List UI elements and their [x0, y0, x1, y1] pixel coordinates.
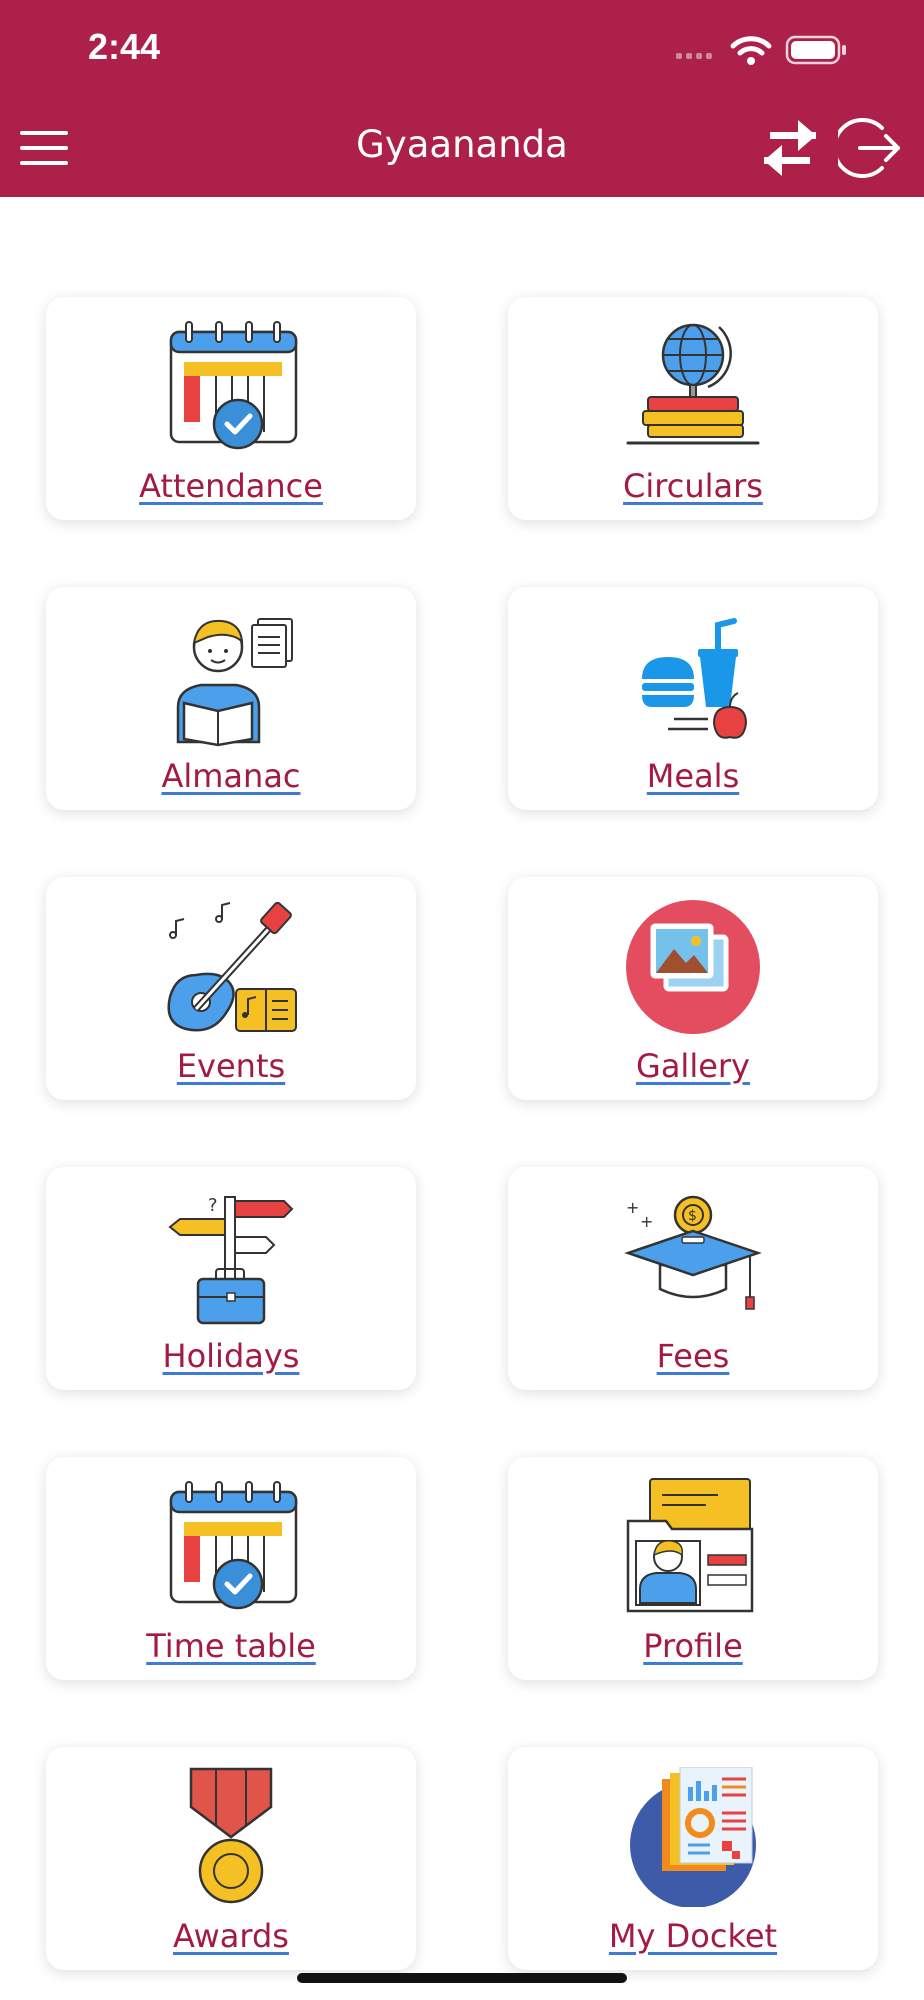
tile-label: Events: [176, 1047, 286, 1085]
id-card-icon: [626, 1478, 754, 1613]
svg-text:+: +: [640, 1212, 653, 1231]
signpost-suitcase-icon: ?: [168, 1195, 294, 1325]
tile-label: Fees: [656, 1337, 730, 1375]
tile-label: Awards: [173, 1917, 289, 1955]
tile-label: Attendance: [139, 467, 323, 505]
calendar-check-icon: [169, 321, 298, 450]
meal-icon: [642, 618, 748, 739]
tile-almanac[interactable]: Almanac: [46, 587, 416, 810]
graduation-cap-coin-icon: $ + +: [624, 1195, 762, 1310]
swap-arrows-icon: [764, 120, 816, 176]
tile-label: Meals: [646, 757, 740, 795]
globe-books-icon: [626, 323, 760, 445]
wifi-icon: [730, 36, 772, 65]
logout-button[interactable]: [838, 116, 902, 180]
guitar-music-icon: [167, 901, 297, 1032]
tile-time-table[interactable]: Time table: [46, 1457, 416, 1680]
tile-label: Almanac: [161, 757, 301, 795]
tile-fees[interactable]: $ + + Fees: [508, 1167, 878, 1390]
tile-label: Time table: [146, 1627, 316, 1665]
logout-icon: [838, 118, 900, 178]
tile-meals[interactable]: Meals: [508, 587, 878, 810]
tile-profile[interactable]: Profile: [508, 1457, 878, 1680]
switch-button[interactable]: [760, 120, 820, 176]
svg-text:$: $: [688, 1208, 697, 1224]
tile-label: Profile: [643, 1627, 743, 1665]
battery-icon: [785, 35, 846, 65]
status-time: 2:44: [88, 26, 161, 67]
tile-gallery[interactable]: Gallery: [508, 877, 878, 1100]
tile-events[interactable]: Events: [46, 877, 416, 1100]
gallery-photos-icon: [626, 900, 760, 1034]
signal-icon: [676, 53, 712, 59]
calendar-check-icon: [169, 1481, 298, 1610]
svg-text:?: ?: [208, 1195, 218, 1216]
tile-attendance[interactable]: Attendance: [46, 297, 416, 520]
tile-holidays[interactable]: ? Holidays: [46, 1167, 416, 1390]
report-docs-icon: [630, 1767, 756, 1907]
tile-label: Gallery: [636, 1047, 750, 1085]
svg-text:+: +: [626, 1198, 639, 1217]
app-header: 2:44 Gyaananda: [0, 0, 924, 197]
tile-my-docket[interactable]: My Docket: [508, 1747, 878, 1970]
tile-awards[interactable]: Awards: [46, 1747, 416, 1970]
medal-icon: [189, 1767, 273, 1904]
tile-label: My Docket: [608, 1917, 778, 1955]
status-indicators: [676, 35, 846, 65]
tile-label: Circulars: [623, 467, 763, 505]
student-reading-icon: [176, 618, 293, 747]
tile-circulars[interactable]: Circulars: [508, 297, 878, 520]
tile-grid: Attendance Circulars Almanac Meals Event…: [0, 197, 924, 2000]
home-indicator[interactable]: [297, 1973, 627, 1983]
tile-label: Holidays: [162, 1337, 300, 1375]
